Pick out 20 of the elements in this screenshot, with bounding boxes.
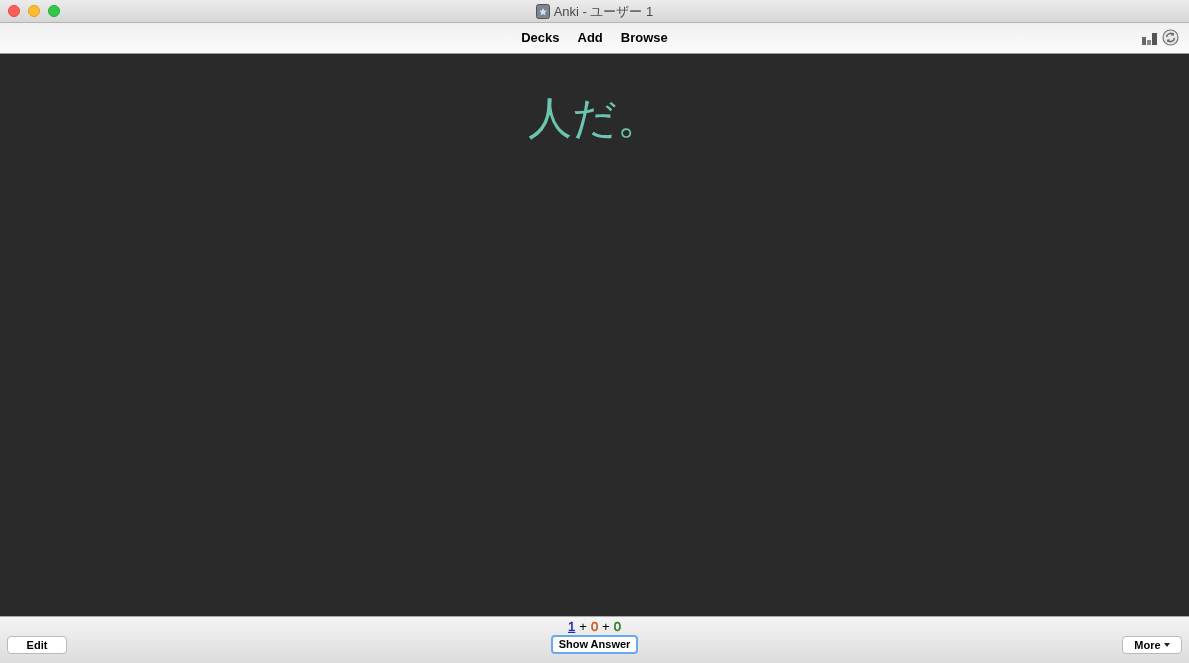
card-count: 0 bbox=[613, 620, 621, 634]
card-text: 人だ。 bbox=[528, 92, 661, 144]
zoom-button[interactable] bbox=[48, 5, 60, 17]
minimize-button[interactable] bbox=[28, 5, 40, 17]
card-count: 1 bbox=[568, 620, 576, 634]
app-icon bbox=[535, 4, 550, 19]
bar-chart-icon[interactable] bbox=[1142, 30, 1158, 45]
plus-sign: + bbox=[579, 620, 587, 634]
sync-icon[interactable] bbox=[1162, 29, 1179, 46]
toolbar-link[interactable]: Decks bbox=[521, 28, 560, 48]
close-button[interactable] bbox=[8, 5, 20, 17]
toolbar-link[interactable]: Add bbox=[577, 28, 603, 48]
edit-button[interactable]: Edit bbox=[7, 636, 67, 654]
show-answer-button[interactable]: Show Answer bbox=[551, 635, 638, 654]
toolbar-link[interactable]: Browse bbox=[620, 28, 668, 48]
plus-sign: + bbox=[602, 620, 610, 634]
window-title: Anki - ユーザー 1 bbox=[553, 2, 654, 21]
card-count: 0 bbox=[590, 620, 599, 634]
more-button[interactable]: More bbox=[1122, 636, 1182, 654]
caret-icon bbox=[1163, 643, 1170, 647]
